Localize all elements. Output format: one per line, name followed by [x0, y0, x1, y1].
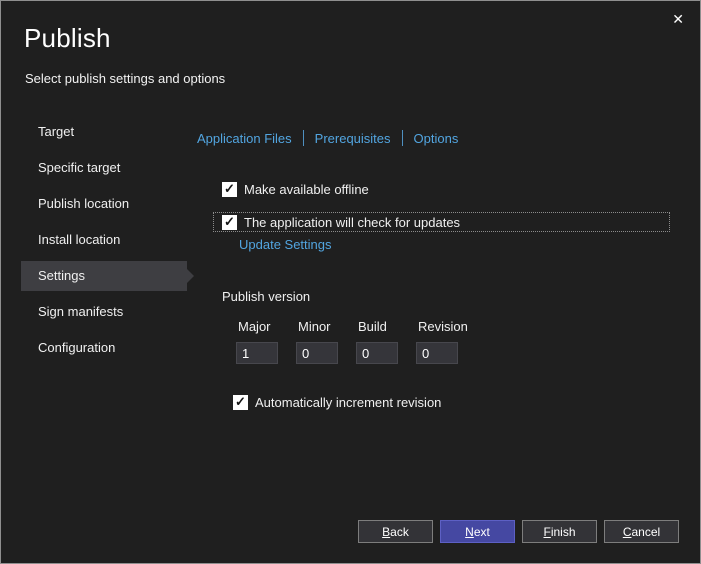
sidebar-item-configuration[interactable]: Configuration — [21, 333, 187, 363]
footer-buttons: Back Next Finish Cancel — [358, 520, 679, 543]
dialog-subtitle: Select publish settings and options — [25, 71, 225, 86]
minor-label: Minor — [298, 319, 356, 334]
sidebar-item-specific-target[interactable]: Specific target — [21, 153, 187, 183]
major-label: Major — [238, 319, 296, 334]
back-button[interactable]: Back — [358, 520, 433, 543]
publish-dialog: ✕ Publish Select publish settings and op… — [0, 0, 701, 564]
build-input[interactable] — [356, 342, 398, 364]
sidebar-item-install-location[interactable]: Install location — [21, 225, 187, 255]
offline-checkbox-label: Make available offline — [244, 182, 369, 197]
tab-separator — [402, 130, 403, 146]
build-column: Build — [356, 319, 416, 364]
sidebar: Target Specific target Publish location … — [21, 117, 187, 369]
updates-checkbox-row[interactable]: The application will check for updates — [213, 212, 670, 232]
sidebar-item-target[interactable]: Target — [21, 117, 187, 147]
settings-tabs: Application Files Prerequisites Options — [197, 130, 458, 146]
build-label: Build — [358, 319, 416, 334]
offline-checkbox-row[interactable]: Make available offline — [222, 182, 369, 197]
sidebar-item-sign-manifests[interactable]: Sign manifests — [21, 297, 187, 327]
next-button[interactable]: Next — [440, 520, 515, 543]
minor-input[interactable] — [296, 342, 338, 364]
sidebar-item-settings[interactable]: Settings — [21, 261, 187, 291]
offline-checkbox[interactable] — [222, 182, 237, 197]
auto-increment-checkbox[interactable] — [233, 395, 248, 410]
major-input[interactable] — [236, 342, 278, 364]
close-icon[interactable]: ✕ — [672, 12, 684, 26]
sidebar-item-publish-location[interactable]: Publish location — [21, 189, 187, 219]
finish-button[interactable]: Finish — [522, 520, 597, 543]
revision-input[interactable] — [416, 342, 458, 364]
tab-options[interactable]: Options — [414, 131, 459, 146]
major-column: Major — [236, 319, 296, 364]
tab-prerequisites[interactable]: Prerequisites — [315, 131, 391, 146]
update-settings-link[interactable]: Update Settings — [239, 237, 332, 252]
publish-version-fields: Major Minor Build Revision — [236, 319, 476, 364]
publish-version-label: Publish version — [222, 289, 310, 304]
revision-label: Revision — [418, 319, 476, 334]
tab-application-files[interactable]: Application Files — [197, 131, 292, 146]
revision-column: Revision — [416, 319, 476, 364]
auto-increment-checkbox-row[interactable]: Automatically increment revision — [233, 395, 441, 410]
cancel-button[interactable]: Cancel — [604, 520, 679, 543]
tab-separator — [303, 130, 304, 146]
updates-checkbox-label: The application will check for updates — [244, 215, 460, 230]
auto-increment-checkbox-label: Automatically increment revision — [255, 395, 441, 410]
dialog-title: Publish — [24, 23, 111, 54]
updates-checkbox[interactable] — [222, 215, 237, 230]
minor-column: Minor — [296, 319, 356, 364]
